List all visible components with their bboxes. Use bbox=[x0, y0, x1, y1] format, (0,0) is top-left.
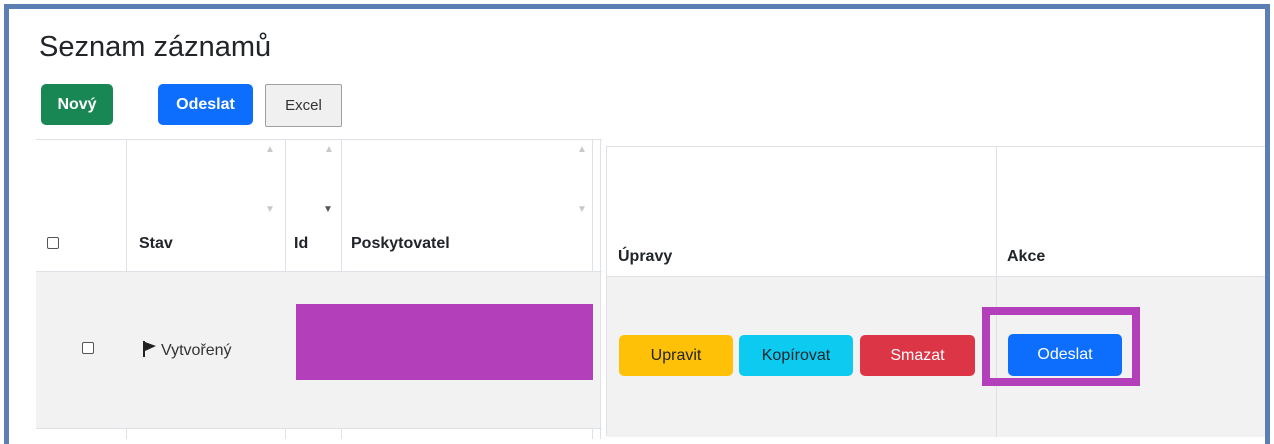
sort-up-icon[interactable]: ▲ bbox=[577, 145, 587, 155]
column-header-provider[interactable]: Poskytovatel bbox=[351, 235, 450, 253]
sort-down-active-icon[interactable]: ▼ bbox=[323, 205, 333, 215]
column-header-id[interactable]: Id bbox=[294, 235, 308, 253]
sort-down-icon[interactable]: ▼ bbox=[577, 205, 587, 215]
column-header-edits: Úpravy bbox=[618, 248, 673, 265]
select-all-checkbox[interactable] bbox=[47, 237, 59, 249]
delete-button[interactable]: Smazat bbox=[860, 335, 975, 376]
excel-export-button[interactable]: Excel bbox=[265, 84, 342, 127]
column-header-status[interactable]: Stav bbox=[139, 235, 173, 253]
status-text: Vytvořený bbox=[161, 342, 232, 359]
right-table-top-border bbox=[606, 146, 1265, 147]
edit-button[interactable]: Upravit bbox=[619, 335, 733, 376]
sort-up-icon[interactable]: ▲ bbox=[324, 145, 334, 155]
column-header-actions: Akce bbox=[1007, 248, 1046, 265]
new-button[interactable]: Nový bbox=[41, 84, 113, 125]
row-checkbox[interactable] bbox=[82, 342, 94, 354]
col-divider bbox=[600, 139, 601, 439]
sort-up-icon[interactable]: ▲ bbox=[265, 145, 275, 155]
redacted-block bbox=[296, 304, 593, 380]
page-title: Seznam záznamů bbox=[39, 31, 272, 63]
highlight-box bbox=[982, 307, 1140, 386]
copy-button[interactable]: Kopírovat bbox=[739, 335, 853, 376]
flag-icon bbox=[143, 341, 156, 357]
sort-down-icon[interactable]: ▼ bbox=[265, 205, 275, 215]
send-button[interactable]: Odeslat bbox=[158, 84, 253, 125]
table-top-border bbox=[36, 139, 602, 140]
